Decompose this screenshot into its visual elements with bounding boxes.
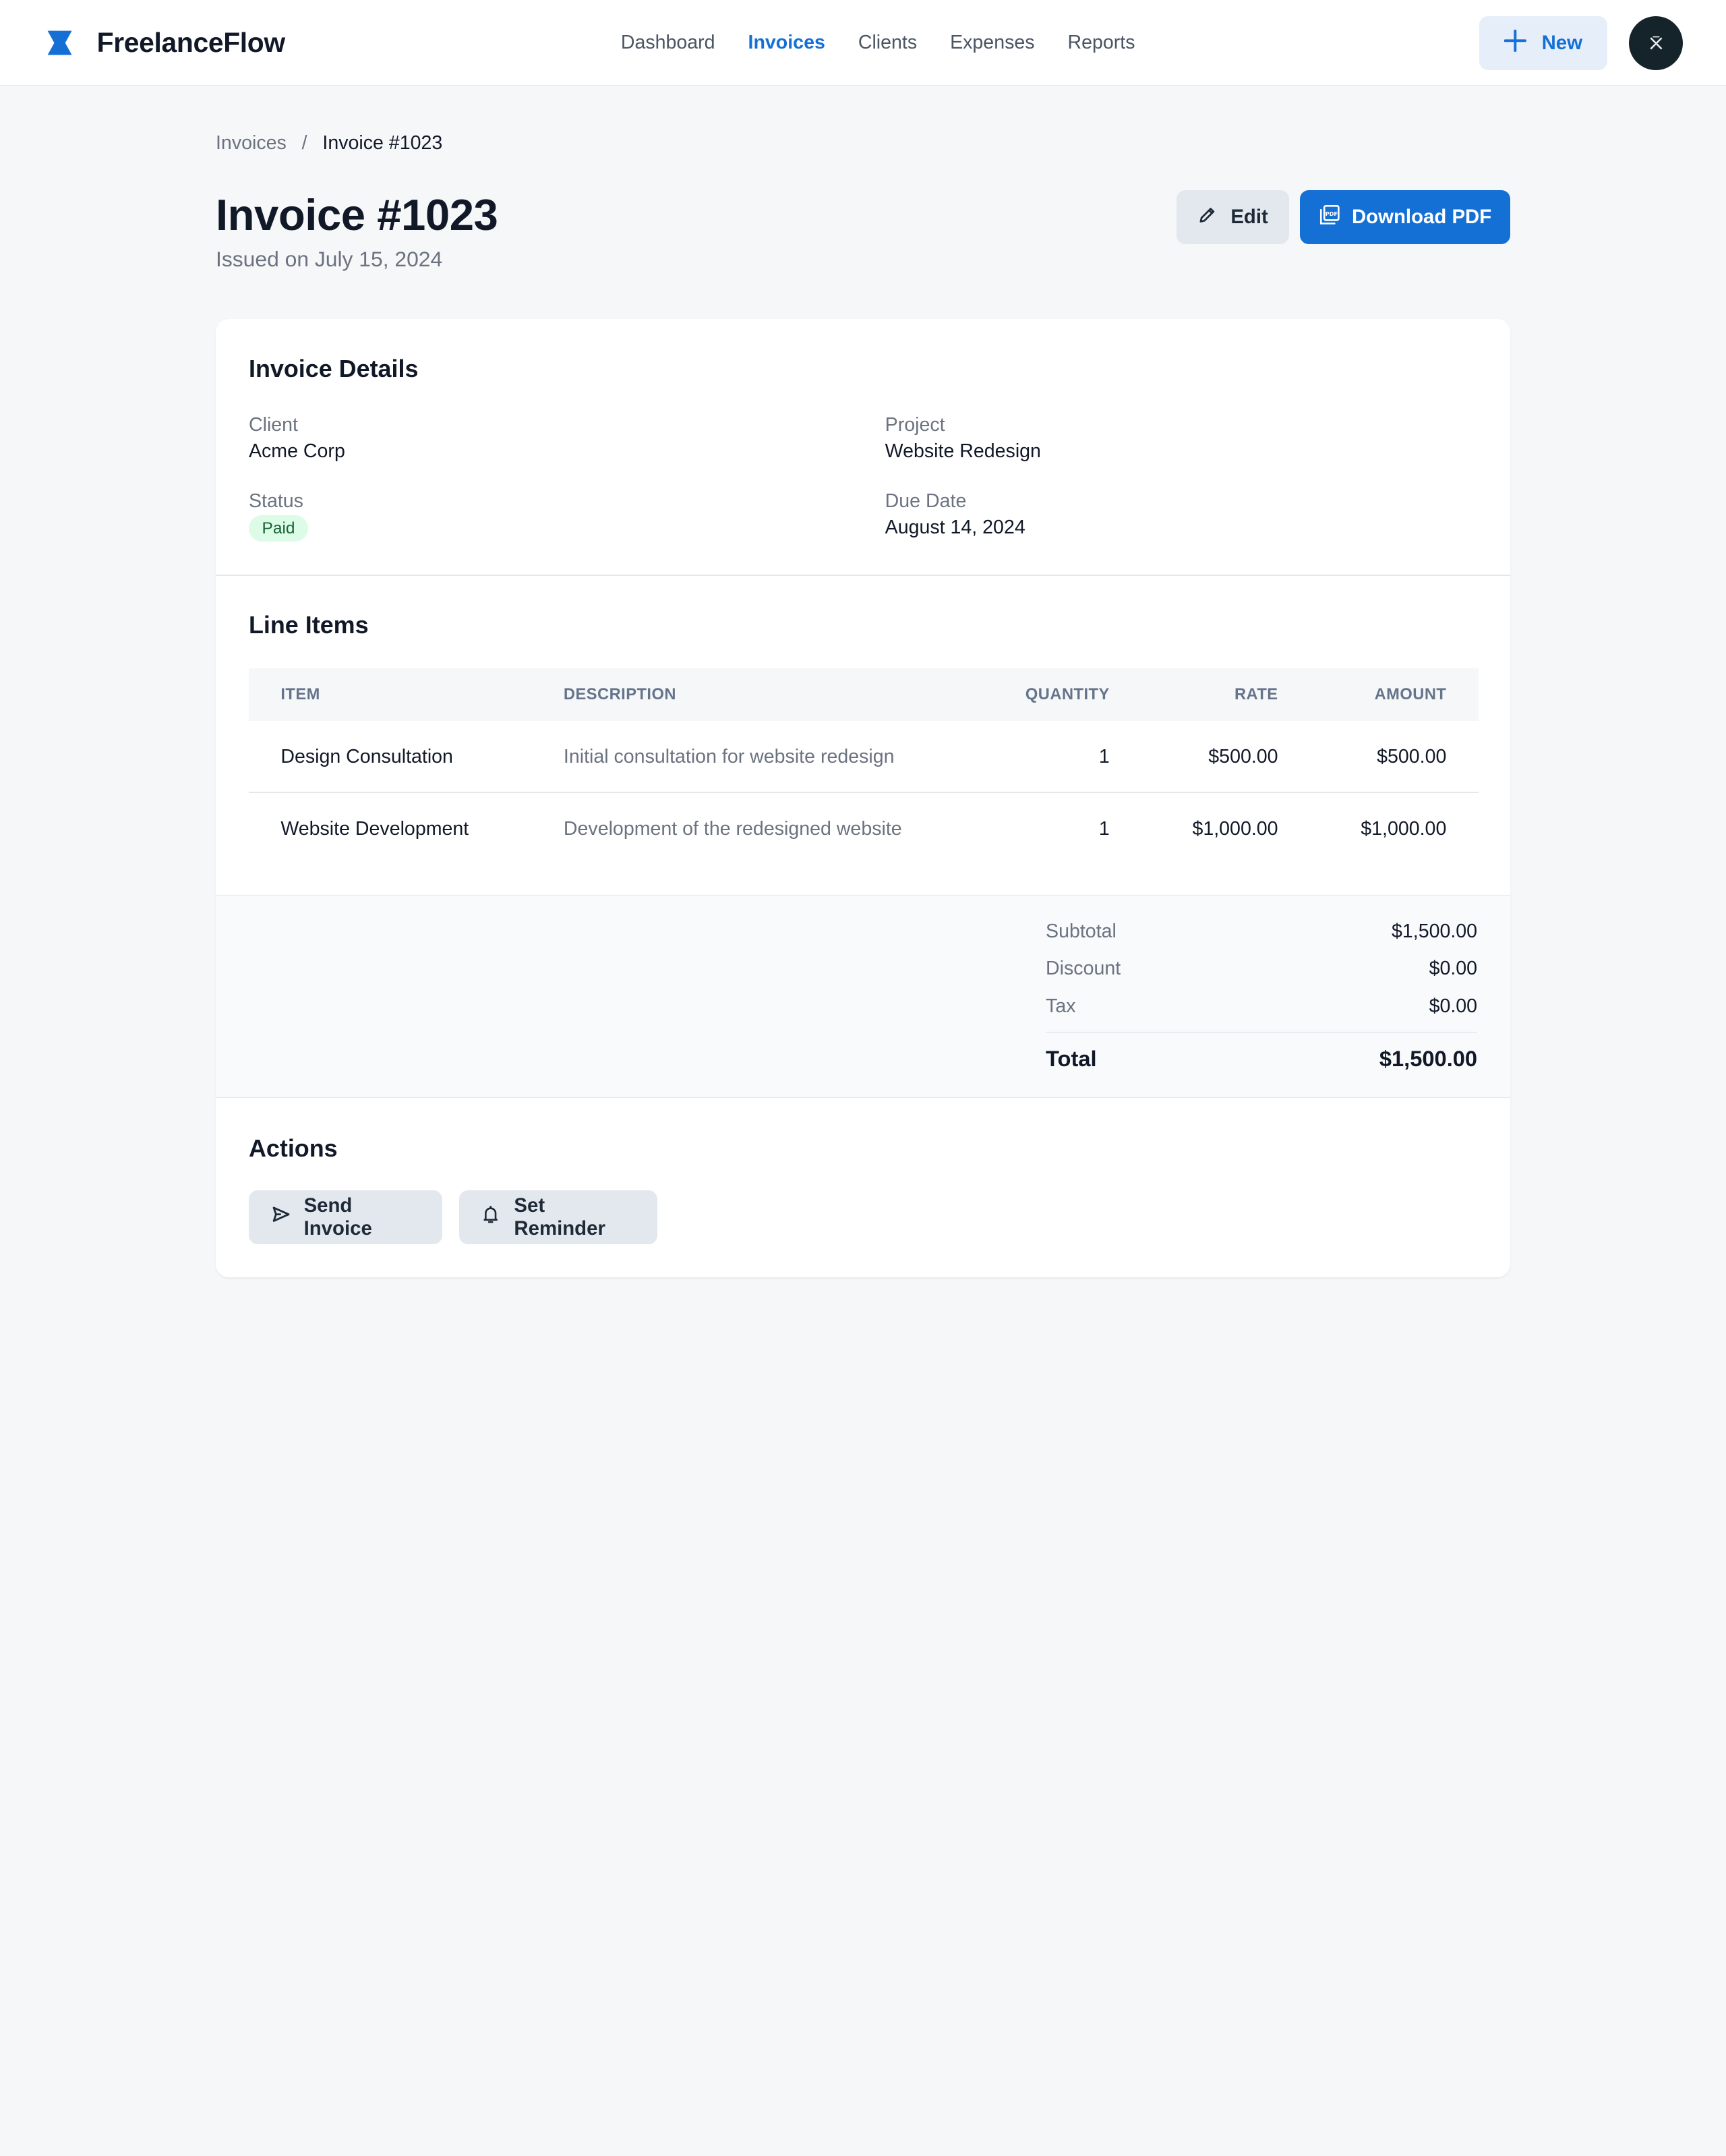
table-row: Website Development Development of the r…: [249, 793, 1479, 865]
subtotal-label: Subtotal: [1046, 920, 1117, 942]
tax-label: Tax: [1046, 995, 1076, 1017]
column-item: ITEM: [280, 686, 320, 704]
logo-icon: [47, 30, 73, 56]
row-rate: $1,000.00: [1192, 817, 1278, 840]
nav-invoices[interactable]: Invoices: [748, 32, 825, 54]
totals-divider: [1046, 1031, 1478, 1033]
page: FreelanceFlow Dashboard Invoices Clients…: [0, 0, 1726, 1320]
column-quantity: QUANTITY: [1025, 686, 1110, 704]
send-icon: [271, 1204, 291, 1229]
top-bar: FreelanceFlow Dashboard Invoices Clients…: [0, 0, 1726, 86]
status-badge: Paid: [248, 515, 309, 542]
avatar[interactable]: [1629, 16, 1684, 71]
breadcrumb-current: Invoice #1023: [322, 132, 443, 154]
edit-button[interactable]: Edit: [1177, 190, 1289, 245]
invoice-card: Invoice Details Client Acme Corp Project…: [216, 319, 1511, 1277]
subtotal-value: $1,500.00: [1392, 920, 1478, 942]
column-description: DESCRIPTION: [563, 686, 676, 704]
edit-label: Edit: [1230, 206, 1268, 229]
set-reminder-button[interactable]: Set Reminder: [458, 1190, 657, 1244]
row-item: Design Consultation: [280, 746, 453, 768]
new-button[interactable]: New: [1479, 16, 1607, 71]
plus-icon: [1504, 29, 1527, 57]
breadcrumb-invoices[interactable]: Invoices: [216, 132, 287, 154]
row-description: Initial consultation for website redesig…: [563, 746, 895, 768]
nav-expenses[interactable]: Expenses: [950, 32, 1034, 54]
nav-clients[interactable]: Clients: [858, 32, 917, 54]
breadcrumb-separator: /: [301, 132, 307, 154]
row-item: Website Development: [280, 817, 469, 840]
nav-reports[interactable]: Reports: [1068, 32, 1135, 54]
row-amount: $500.00: [1377, 746, 1447, 768]
page-title: Invoice #1023: [216, 190, 498, 239]
discount-value: $0.00: [1429, 958, 1478, 980]
section-divider: [216, 575, 1511, 576]
row-rate: $500.00: [1208, 746, 1278, 768]
row-description: Development of the redesigned website: [563, 817, 902, 840]
total-label: Total: [1046, 1046, 1097, 1072]
set-reminder-label: Set Reminder: [514, 1194, 605, 1240]
bell-icon: [481, 1204, 500, 1229]
column-amount: AMOUNT: [1374, 686, 1447, 704]
download-pdf-button[interactable]: PDF Download PDF: [1300, 190, 1511, 245]
issued-date: Issued on July 15, 2024: [216, 246, 443, 271]
svg-text:PDF: PDF: [1326, 210, 1338, 217]
line-items-title: Line Items: [248, 611, 369, 639]
send-invoice-button[interactable]: Send Invoice: [248, 1190, 443, 1244]
new-button-label: New: [1541, 32, 1582, 55]
actions-title: Actions: [248, 1134, 338, 1162]
row-quantity: 1: [1098, 746, 1110, 768]
pencil-icon: [1197, 205, 1217, 230]
table-row: Design Consultation Initial consultation…: [249, 721, 1479, 792]
row-amount: $1,000.00: [1361, 817, 1447, 840]
app-name: FreelanceFlow: [96, 27, 285, 59]
table-header: ITEM DESCRIPTION QUANTITY RATE AMOUNT: [248, 668, 1479, 722]
status-label: Status: [248, 490, 303, 512]
avatar-mark-icon: [1650, 36, 1663, 50]
nav-dashboard[interactable]: Dashboard: [621, 32, 715, 54]
main-nav: Dashboard Invoices Clients Expenses Repo…: [621, 0, 1168, 86]
download-pdf-label: Download PDF: [1351, 206, 1492, 229]
breadcrumb: Invoices / Invoice #1023: [216, 132, 442, 154]
brand[interactable]: FreelanceFlow: [47, 0, 285, 86]
due-date-label: Due Date: [885, 490, 967, 512]
tax-value: $0.00: [1429, 995, 1478, 1017]
due-date-value: August 14, 2024: [885, 516, 1025, 538]
send-invoice-label: Send Invoice: [303, 1194, 372, 1240]
client-label: Client: [248, 413, 298, 436]
row-quantity: 1: [1098, 817, 1110, 840]
totals-section: [216, 895, 1511, 1098]
invoice-details-title: Invoice Details: [248, 354, 419, 382]
pdf-icon: PDF: [1319, 204, 1341, 231]
project-label: Project: [885, 413, 945, 436]
discount-label: Discount: [1046, 958, 1121, 980]
column-rate: RATE: [1234, 686, 1278, 704]
client-value: Acme Corp: [248, 440, 345, 463]
total-value: $1,500.00: [1379, 1046, 1478, 1072]
project-value: Website Redesign: [885, 440, 1041, 463]
